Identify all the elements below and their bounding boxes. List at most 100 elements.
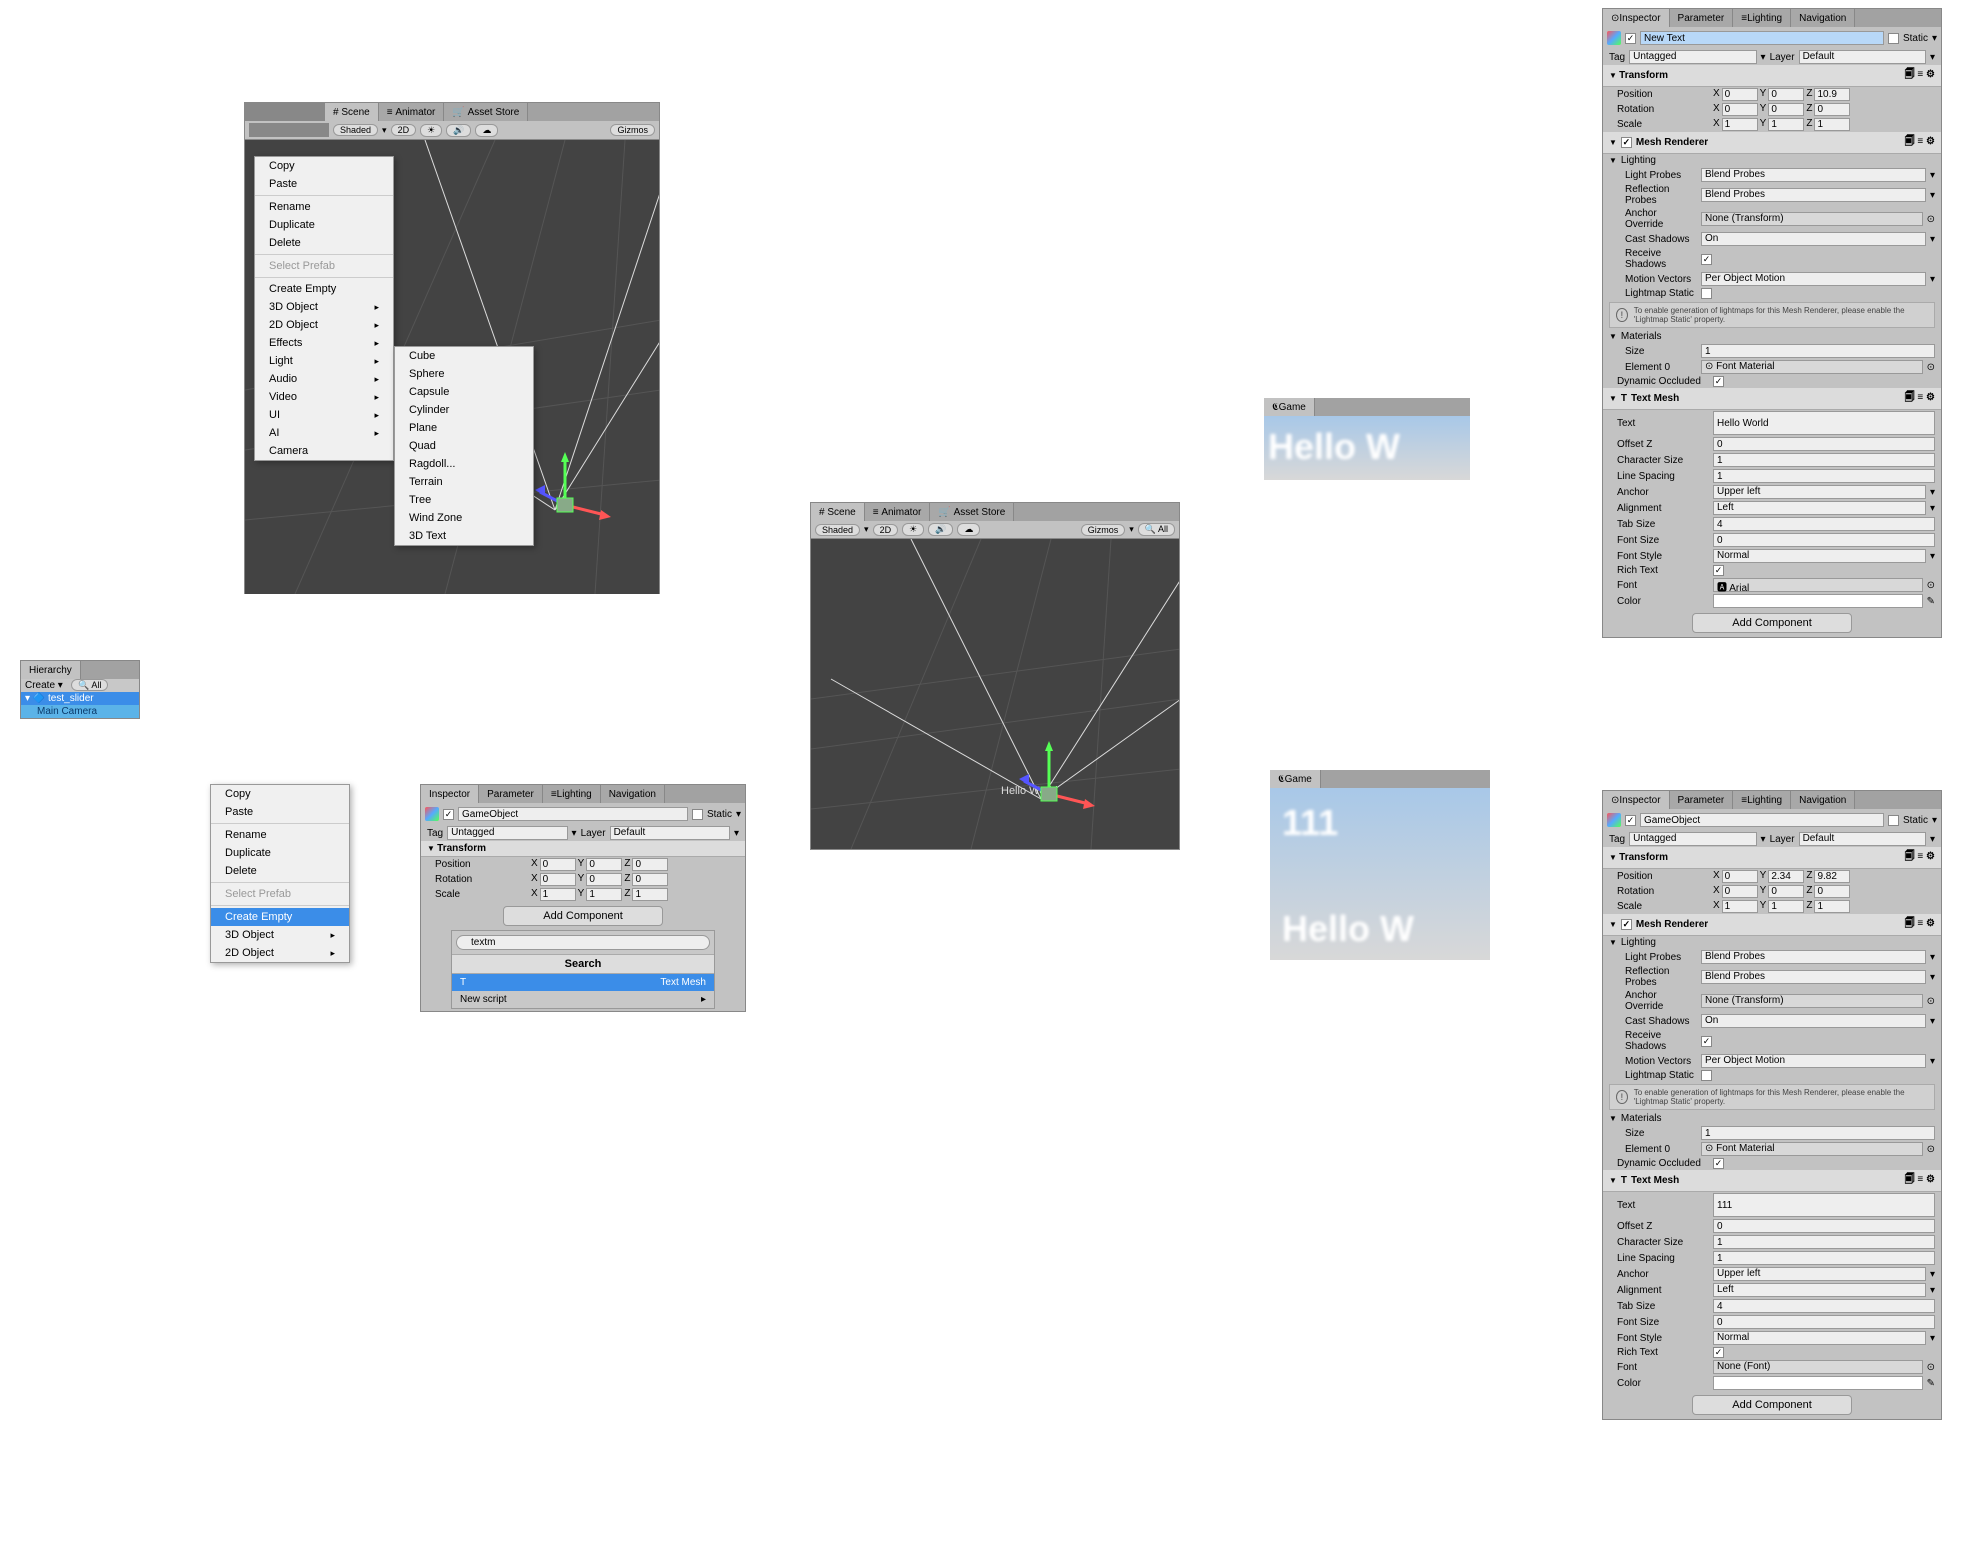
scl-z-c[interactable] [1814, 900, 1850, 913]
offset-z-c[interactable] [1713, 1219, 1935, 1233]
ctx-paste[interactable]: Paste [255, 175, 393, 193]
pos-z-c[interactable] [1814, 870, 1850, 883]
material-element0-c[interactable]: ⊙ Font Material [1701, 1142, 1923, 1156]
anchor-c[interactable]: Upper left [1713, 1267, 1926, 1281]
add-component-c[interactable]: Add Component [1692, 1395, 1852, 1415]
sub-quad[interactable]: Quad [395, 437, 533, 455]
add-component-button[interactable]: Add Component [503, 906, 663, 926]
pos-y-b[interactable] [1768, 88, 1804, 101]
tag-dropdown-c[interactable]: Untagged [1629, 832, 1756, 846]
pos-y[interactable] [586, 858, 622, 871]
cast-shadows-c[interactable]: On [1701, 1014, 1926, 1028]
ctx-rename[interactable]: Rename [255, 198, 393, 216]
sub-sphere[interactable]: Sphere [395, 365, 533, 383]
rot-y-b[interactable] [1768, 103, 1804, 116]
color-b[interactable] [1713, 594, 1923, 608]
ctx-ui[interactable]: UI [255, 406, 393, 424]
ctx-camera[interactable]: Camera [255, 442, 393, 460]
materials-size-b[interactable] [1701, 344, 1935, 358]
gizmos-dropdown-2[interactable]: Gizmos [1081, 524, 1126, 536]
font-b[interactable]: 🅰 Arial [1713, 578, 1923, 592]
line-spacing-c[interactable] [1713, 1251, 1935, 1265]
refl-probes-b[interactable]: Blend Probes [1701, 188, 1926, 202]
tab-parameter-c[interactable]: Parameter [1670, 791, 1734, 809]
pos-y-c[interactable] [1768, 870, 1804, 883]
ctx-2d-object[interactable]: 2D Object [255, 316, 393, 334]
motion-vectors-b[interactable]: Per Object Motion [1701, 272, 1926, 286]
shaded-dropdown-2[interactable]: Shaded [815, 524, 860, 536]
alignment-b[interactable]: Left [1713, 501, 1926, 515]
tab-animator[interactable]: ≡ Animator [379, 103, 445, 121]
scl-z-b[interactable] [1814, 118, 1850, 131]
component-search[interactable] [456, 935, 710, 950]
hierarchy-main-camera[interactable]: Main Camera [21, 705, 139, 718]
tab-asset-store-2[interactable]: 🛒 Asset Store [930, 503, 1014, 521]
materials-foldout-b[interactable]: Materials [1603, 330, 1941, 343]
ctx2-delete[interactable]: Delete [211, 862, 349, 880]
pos-x-b[interactable] [1722, 88, 1758, 101]
tab-lighting-b[interactable]: ≡ Lighting [1733, 9, 1791, 27]
rot-x[interactable] [540, 873, 576, 886]
fx-toggle[interactable]: ☁ [475, 124, 498, 137]
tab-game-1[interactable]: 𝕮 Game [1264, 398, 1315, 416]
rot-x-b[interactable] [1722, 103, 1758, 116]
transform-header-c[interactable]: Transform [1609, 852, 1668, 863]
receive-shadows-c[interactable] [1701, 1036, 1712, 1047]
tab-asset-store[interactable]: 🛒 Asset Store [444, 103, 528, 121]
search-result-text-mesh[interactable]: T Text Mesh [452, 974, 714, 991]
tab-inspector-b[interactable]: ⊙ Inspector [1603, 9, 1670, 27]
rich-text-b[interactable] [1713, 565, 1724, 576]
lighting-toggle-2[interactable]: ☀ [902, 523, 924, 536]
mode-2d-2[interactable]: 2D [873, 524, 899, 536]
shaded-dropdown[interactable]: Shaded [333, 124, 378, 136]
active-checkbox[interactable] [443, 809, 454, 820]
rot-z-c[interactable] [1814, 885, 1850, 898]
ctx2-rename[interactable]: Rename [211, 826, 349, 844]
ctx2-copy[interactable]: Copy [211, 785, 349, 803]
ctx-effects[interactable]: Effects [255, 334, 393, 352]
lighting-foldout-b[interactable]: Lighting [1603, 154, 1941, 167]
meshrenderer-enabled-c[interactable] [1621, 919, 1632, 930]
materials-foldout-c[interactable]: Materials [1603, 1112, 1941, 1125]
ctx-copy[interactable]: Copy [255, 157, 393, 175]
dyn-occluded-c[interactable] [1713, 1158, 1724, 1169]
tab-parameter-b[interactable]: Parameter [1670, 9, 1734, 27]
dyn-occluded-b[interactable] [1713, 376, 1724, 387]
transform-header-b[interactable]: Transform [1609, 70, 1668, 81]
char-size-b[interactable] [1713, 453, 1935, 467]
font-size-c[interactable] [1713, 1315, 1935, 1329]
anchor-override-c[interactable]: None (Transform) [1701, 994, 1923, 1008]
scene-viewport-2[interactable] [811, 539, 1179, 849]
tab-game-2[interactable]: 𝕮 Game [1270, 770, 1321, 788]
audio-toggle-2[interactable]: 🔊 [928, 523, 953, 536]
active-checkbox-b[interactable] [1625, 33, 1636, 44]
rot-z[interactable] [632, 873, 668, 886]
tab-navigation-b[interactable]: Navigation [1791, 9, 1855, 27]
sub-wind-zone[interactable]: Wind Zone [395, 509, 533, 527]
scl-x-c[interactable] [1722, 900, 1758, 913]
object-name-b[interactable] [1640, 31, 1884, 45]
tab-navigation-c[interactable]: Navigation [1791, 791, 1855, 809]
transform-header[interactable]: Transform [427, 843, 486, 854]
motion-vectors-c[interactable]: Per Object Motion [1701, 1054, 1926, 1068]
tab-navigation-a[interactable]: Navigation [601, 785, 665, 803]
search-result-new-script[interactable]: New script▸ [452, 991, 714, 1008]
scl-x-b[interactable] [1722, 118, 1758, 131]
ctx-video[interactable]: Video [255, 388, 393, 406]
fx-toggle-2[interactable]: ☁ [957, 523, 980, 536]
rot-y-c[interactable] [1768, 885, 1804, 898]
mode-2d[interactable]: 2D [391, 124, 417, 136]
lighting-foldout-c[interactable]: Lighting [1603, 936, 1941, 949]
font-c[interactable]: None (Font) [1713, 1360, 1923, 1374]
ctx2-2d-object[interactable]: 2D Object [211, 944, 349, 962]
font-style-c[interactable]: Normal [1713, 1331, 1926, 1345]
tab-lighting-c[interactable]: ≡ Lighting [1733, 791, 1791, 809]
material-element0-b[interactable]: ⊙ Font Material [1701, 360, 1923, 374]
ctx2-duplicate[interactable]: Duplicate [211, 844, 349, 862]
sub-tree[interactable]: Tree [395, 491, 533, 509]
ctx-3d-object[interactable]: 3D Object [255, 298, 393, 316]
tab-scene[interactable]: # Scene [325, 103, 379, 121]
pos-x-c[interactable] [1722, 870, 1758, 883]
textmesh-header-b[interactable]: Text Mesh [1631, 393, 1679, 404]
rich-text-c[interactable] [1713, 1347, 1724, 1358]
